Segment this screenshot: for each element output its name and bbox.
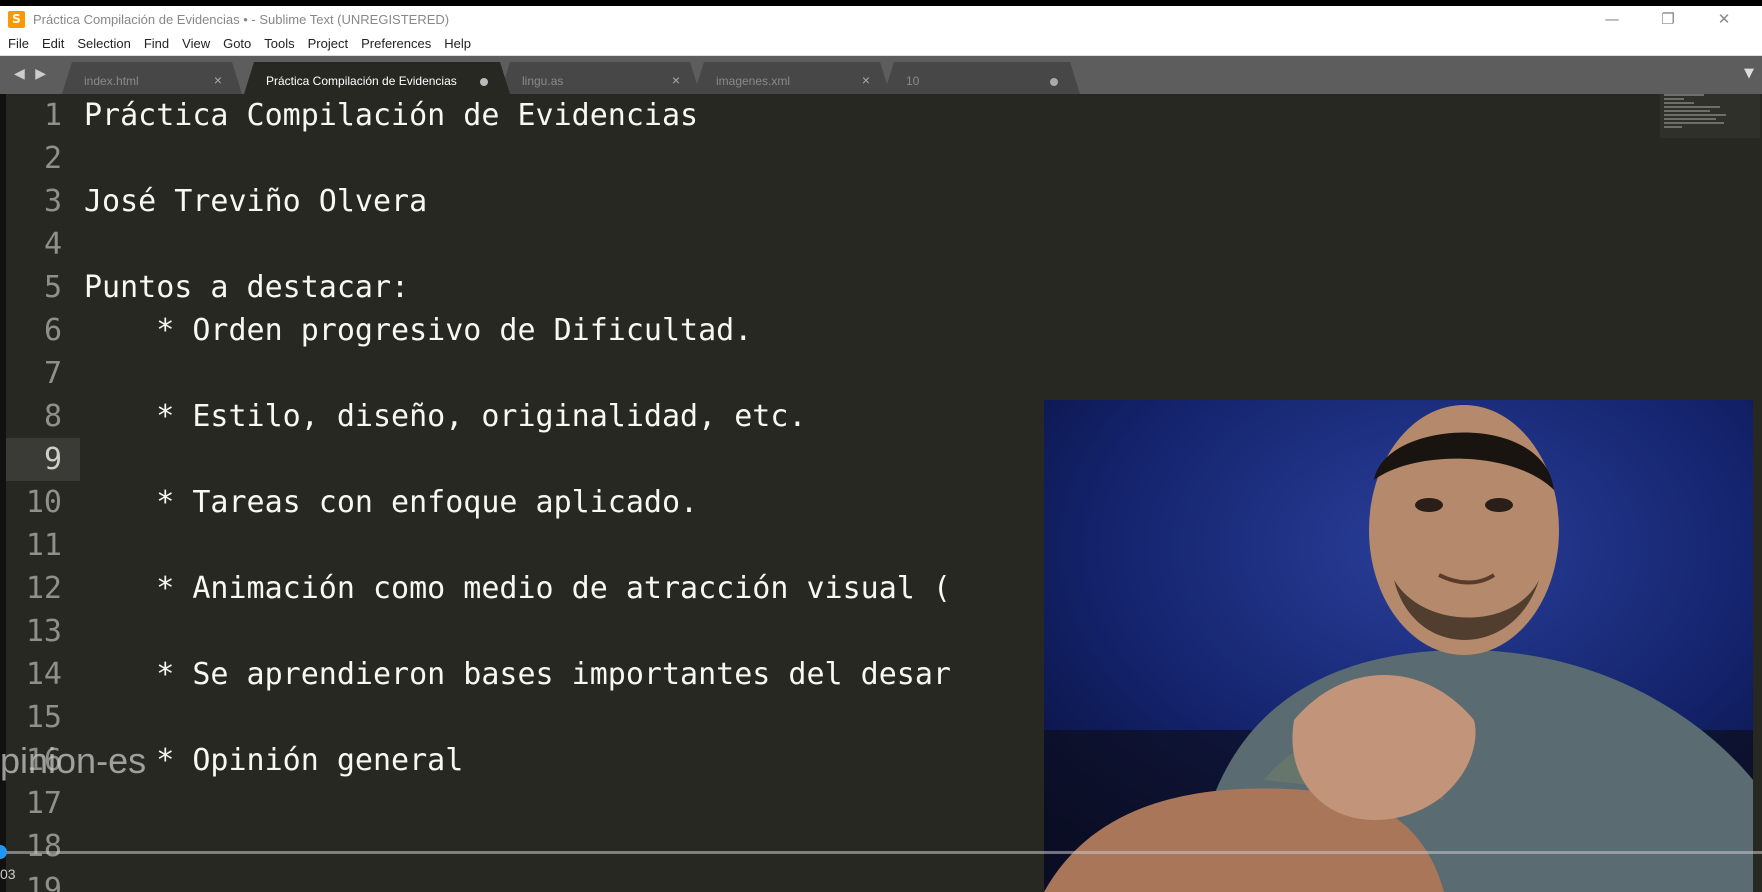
editor-line: 5 Puntos a destacar: (0, 266, 1762, 309)
editor-line: 2 (0, 137, 1762, 180)
code-text[interactable]: * Tareas con enfoque aplicado. (84, 481, 698, 524)
editor-line: 3 José Treviño Olvera (0, 180, 1762, 223)
menu-view[interactable]: View (182, 36, 210, 51)
line-number: 8 (43, 399, 62, 434)
line-number: 3 (43, 184, 62, 219)
line-number: 9 (43, 442, 62, 477)
tab-lingu-as[interactable]: lingu.as × (500, 62, 700, 94)
editor-line: 6 * Orden progresivo de Dificultad. (0, 309, 1762, 352)
tab-modified-dot-icon[interactable] (1050, 78, 1058, 86)
webcam-overlay (1044, 400, 1753, 892)
sublime-app-icon: S (8, 10, 25, 28)
line-number: 10 (25, 485, 62, 520)
minimize-button[interactable]: — (1584, 10, 1640, 28)
line-number: 2 (43, 141, 62, 176)
line-number: 14 (25, 657, 62, 692)
tab-close-icon[interactable]: × (672, 72, 680, 88)
code-text[interactable]: * Estilo, diseño, originalidad, etc. (84, 395, 806, 438)
tab-bar: ◀ ▶ index.html × lingu.as × imagenes.xml… (0, 56, 1762, 94)
menu-find[interactable]: Find (144, 36, 169, 51)
line-number: 6 (43, 313, 62, 348)
line-number: 5 (43, 270, 62, 305)
line-number: 7 (43, 356, 62, 391)
video-caption-overlay: pinion-es (0, 740, 147, 781)
menu-help[interactable]: Help (444, 36, 471, 51)
menu-preferences[interactable]: Preferences (361, 36, 431, 51)
tab-close-icon[interactable]: × (214, 72, 222, 88)
video-seek-bar[interactable] (0, 851, 1762, 854)
menu-file[interactable]: File (8, 36, 29, 51)
menu-selection[interactable]: Selection (77, 36, 130, 51)
close-button[interactable]: ✕ (1696, 10, 1752, 28)
menu-tools[interactable]: Tools (264, 36, 294, 51)
line-number: 11 (25, 528, 62, 563)
code-text[interactable]: * Orden progresivo de Dificultad. (84, 309, 752, 352)
window-title: Práctica Compilación de Evidencias • - S… (33, 11, 450, 27)
line-number: 12 (25, 571, 62, 606)
tab-imagenes-xml[interactable]: imagenes.xml × (694, 62, 890, 94)
tab-nav-arrows-icon[interactable]: ◀ ▶ (14, 66, 49, 82)
tab-label: Práctica Compilación de Evidencias (266, 74, 457, 88)
editor-line: 7 (0, 352, 1762, 395)
tab-label: index.html (84, 74, 139, 88)
line-number: 15 (25, 700, 62, 735)
code-text[interactable]: * Animación como medio de atracción visu… (84, 567, 951, 610)
tab-label: lingu.as (522, 74, 564, 88)
line-number: 18 (25, 829, 62, 864)
video-time-label: 03 (0, 866, 16, 882)
menu-project[interactable]: Project (308, 36, 348, 51)
tab-label: 10 (906, 74, 920, 88)
line-number: 13 (25, 614, 62, 649)
menu-edit[interactable]: Edit (42, 36, 64, 51)
editor-line: 1 Práctica Compilación de Evidencias (0, 94, 1762, 137)
tab-close-icon[interactable]: × (862, 72, 870, 88)
tab-dropdown-icon[interactable]: ▼ (1744, 66, 1754, 81)
editor-line: 4 (0, 223, 1762, 266)
line-number: 1 (43, 98, 62, 133)
code-text[interactable]: Práctica Compilación de Evidencias (84, 94, 698, 137)
tab-label: imagenes.xml (716, 74, 791, 88)
tab-10[interactable]: 10 (884, 62, 1080, 94)
tab-index-html[interactable]: index.html × (62, 62, 242, 94)
menu-bar: File Edit Selection Find View Goto Tools… (0, 32, 1762, 56)
tab-modified-dot-icon[interactable] (480, 78, 488, 86)
window-controls: — ❐ ✕ (1584, 6, 1752, 32)
tab-practica-compilacion[interactable]: Práctica Compilación de Evidencias (244, 62, 510, 94)
code-text[interactable]: Puntos a destacar: (84, 266, 409, 309)
code-text[interactable]: José Treviño Olvera (84, 180, 427, 223)
title-bar: S Práctica Compilación de Evidencias • -… (0, 6, 1762, 32)
line-number: 17 (25, 786, 62, 821)
code-text[interactable]: * Se aprendieron bases importantes del d… (84, 653, 951, 696)
line-number: 4 (43, 227, 62, 262)
menu-goto[interactable]: Goto (223, 36, 251, 51)
maximize-button[interactable]: ❐ (1640, 10, 1696, 28)
webcam-person-icon (1044, 400, 1753, 892)
